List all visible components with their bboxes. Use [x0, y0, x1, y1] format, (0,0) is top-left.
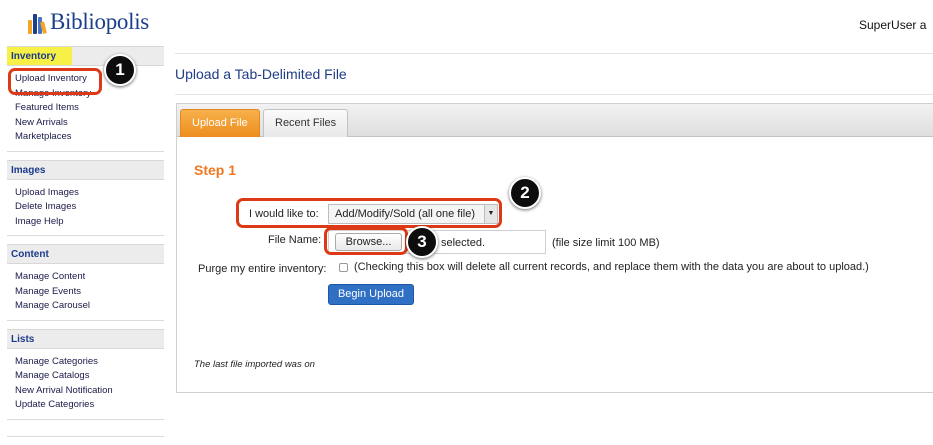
tab-bar: Upload File Recent Files: [177, 104, 933, 137]
divider: [175, 53, 933, 54]
sidebar: Inventory Upload Inventory Manage Invent…: [7, 46, 164, 428]
sidebar-item-new-arrivals[interactable]: New Arrivals: [15, 116, 164, 131]
logo-text: Bibliopolis: [50, 9, 149, 34]
tab-recent-files[interactable]: Recent Files: [263, 109, 349, 137]
sidebar-item-marketplaces[interactable]: Marketplaces: [15, 130, 164, 145]
sidebar-item-manage-carousel[interactable]: Manage Carousel: [15, 299, 164, 314]
sidebar-item-update-categories[interactable]: Update Categories: [15, 398, 164, 413]
divider: [7, 436, 164, 437]
sidebar-section-title: Lists: [11, 333, 35, 345]
file-name-label: File Name:: [268, 234, 322, 246]
user-menu[interactable]: SuperUser a: [859, 18, 933, 32]
sidebar-section-title: Images: [11, 164, 46, 176]
file-size-hint: (file size limit 100 MB): [552, 237, 660, 249]
step-heading: Step 1: [194, 162, 237, 178]
tab-upload-file[interactable]: Upload File: [180, 109, 260, 137]
sidebar-item-manage-categories[interactable]: Manage Categories: [15, 355, 164, 370]
sidebar-section-images: Images Upload Images Delete Images Image…: [7, 159, 164, 236]
sidebar-item-manage-catalogs[interactable]: Manage Catalogs: [15, 369, 164, 384]
callout-3-frame: [324, 227, 408, 255]
sidebar-section-header: Lists: [7, 328, 164, 349]
sidebar-section-header: Content: [7, 244, 164, 264]
sidebar-section-title: Content: [11, 249, 49, 260]
purge-label: Purge my entire inventory:: [198, 263, 327, 275]
sidebar-item-manage-content[interactable]: Manage Content: [15, 270, 164, 285]
sidebar-item-new-arrival-notification[interactable]: New Arrival Notification: [15, 384, 164, 399]
callout-3-badge: 3: [406, 226, 438, 258]
sidebar-item-manage-events[interactable]: Manage Events: [15, 285, 164, 300]
callout-1-badge: 1: [104, 54, 136, 86]
page-title: Upload a Tab-Delimited File: [175, 66, 347, 82]
sidebar-item-delete-images[interactable]: Delete Images: [15, 200, 164, 215]
sidebar-section-lists: Lists Manage Categories Manage Catalogs …: [7, 328, 164, 420]
divider: [175, 94, 933, 95]
books-icon: [28, 12, 48, 34]
sidebar-section-header: Inventory: [7, 46, 164, 66]
file-status-text: selected.: [441, 237, 486, 249]
upload-panel: Upload File Recent Files Step 1 I would …: [176, 103, 933, 393]
sidebar-section-title: Inventory: [11, 51, 57, 62]
last-import-text: The last file imported was on: [194, 359, 315, 370]
sidebar-item-featured-items[interactable]: Featured Items: [15, 101, 164, 116]
callout-2-frame: [236, 198, 502, 228]
sidebar-item-image-help[interactable]: Image Help: [15, 215, 164, 230]
begin-upload-button[interactable]: Begin Upload: [328, 284, 414, 305]
sidebar-section-content: Content Manage Content Manage Events Man…: [7, 244, 164, 321]
purge-hint: (Checking this box will delete all curre…: [354, 261, 869, 273]
top-bar: Bibliopolis SuperUser a: [0, 0, 933, 44]
logo[interactable]: Bibliopolis: [28, 10, 149, 34]
callout-1-frame: [8, 68, 102, 95]
sidebar-section-inventory: Inventory Upload Inventory Manage Invent…: [7, 46, 164, 152]
sidebar-section-header: Images: [7, 159, 164, 180]
purge-checkbox[interactable]: [339, 263, 348, 272]
sidebar-item-upload-images[interactable]: Upload Images: [15, 186, 164, 201]
callout-2-badge: 2: [509, 177, 541, 209]
